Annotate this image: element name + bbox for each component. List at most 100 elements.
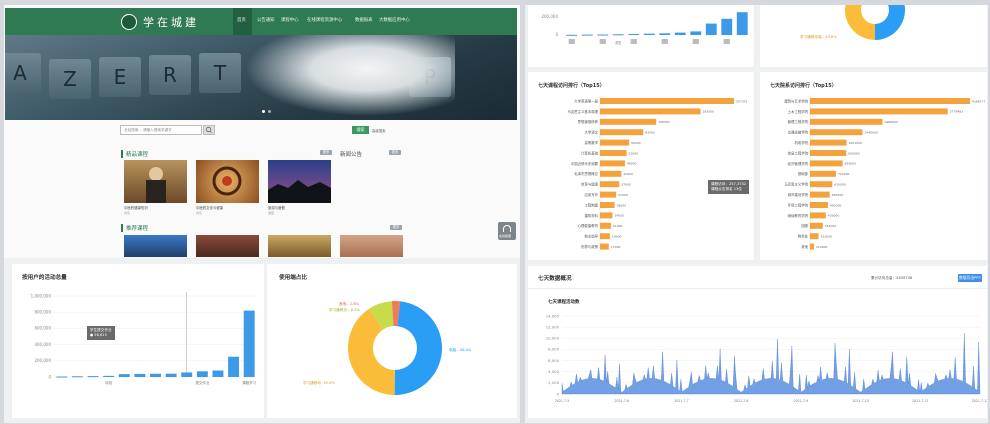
course-author: 刘东 bbox=[196, 211, 203, 215]
x-tick-label-blur bbox=[723, 39, 730, 44]
top-pie-chart: 学习通移动端-- 40.6% bbox=[800, 5, 905, 40]
y-tick-label: 0 bbox=[557, 391, 560, 396]
y-tick-label: 400,000 bbox=[34, 342, 51, 347]
bar bbox=[150, 373, 161, 377]
hbar bbox=[810, 118, 883, 125]
nav-resources[interactable]: 在线课程资源中心 bbox=[307, 17, 342, 23]
hbar-value: 712000 bbox=[838, 172, 850, 176]
bar bbox=[581, 34, 593, 36]
nav-home[interactable]: 首页 bbox=[237, 17, 246, 23]
x-tick-label: 类型 bbox=[615, 40, 622, 45]
hbar-value: 1986000 bbox=[884, 120, 897, 124]
x-tick-label-blur bbox=[630, 39, 637, 44]
x-tick-label: 2021-7-12 bbox=[972, 399, 987, 403]
customer-service-label: 在线客服 bbox=[499, 234, 512, 238]
hbar-label: 工程制图 bbox=[584, 202, 598, 207]
hbar-value: 56000 bbox=[631, 141, 641, 145]
hbar-value: 992000 bbox=[848, 151, 860, 155]
nav-bigdata[interactable]: 大数据应用中心 bbox=[379, 17, 410, 23]
y-tick-label: 14,000 bbox=[546, 313, 560, 318]
course-rank-tooltip: 课程访问：257,3732 课程点击排名 13位 bbox=[708, 180, 750, 194]
hbar-value: 1440000 bbox=[865, 131, 878, 135]
recommend-more-button[interactable]: 更多 bbox=[390, 225, 402, 230]
hbar bbox=[600, 243, 609, 250]
dept-rank-card: 七天院系访问排行（Top15） 建筑与艺术学院 4388177 土木工程学院 3778… bbox=[760, 72, 987, 260]
y-tick-label: 10,000 bbox=[546, 336, 560, 341]
news-more-button[interactable]: 更多 bbox=[389, 150, 401, 155]
recommend-thumb[interactable] bbox=[196, 235, 259, 257]
hbar-label: 管理工程学院 bbox=[788, 119, 809, 124]
hbar-value: 433000 bbox=[828, 214, 840, 218]
bar bbox=[721, 18, 733, 35]
course-title[interactable]: 中医药文化与健康 bbox=[196, 205, 223, 210]
hbar bbox=[600, 108, 701, 115]
daily-area-chart: 14,000 12,000 10,000 8,000 6,000 4,000 2,000 0 2… bbox=[546, 313, 987, 403]
course-title[interactable]: 旅游与度假 bbox=[268, 205, 285, 210]
recommend-thumb[interactable] bbox=[124, 235, 187, 257]
bar bbox=[118, 374, 130, 377]
hbar-value: 610000 bbox=[834, 183, 846, 187]
banner-image[interactable]: A Z E R T P bbox=[5, 35, 517, 120]
course-thumb[interactable] bbox=[196, 160, 259, 203]
search-input[interactable]: 全站搜索... 请输入搜索关键字 bbox=[120, 125, 202, 135]
hbar-value: 4388177 bbox=[972, 99, 985, 103]
hbar bbox=[600, 170, 622, 177]
hbar-label: 城市建设学院 bbox=[788, 192, 809, 197]
course-thumb[interactable] bbox=[268, 160, 331, 203]
y-tick-label: 6,000 bbox=[548, 358, 559, 363]
hbar-label: 马克思主义基本原理 bbox=[567, 109, 598, 114]
bar bbox=[628, 34, 640, 36]
x-tick-label: 2021-7-11 bbox=[912, 399, 929, 403]
customer-service-button[interactable]: 在线客服 bbox=[498, 222, 516, 240]
nav-reports[interactable]: 数据报表 bbox=[355, 17, 373, 23]
hbar-value: 257372 bbox=[736, 99, 748, 103]
hbar bbox=[810, 150, 847, 156]
hbar-value: 51000 bbox=[629, 151, 639, 155]
course-rank-chart: 大学英语第一册 257372 马克思主义基本原理 193000 思想道德修养 108000… bbox=[567, 95, 748, 254]
banner-key: Z bbox=[49, 59, 91, 99]
logo-icon bbox=[121, 14, 137, 30]
nav-notices[interactable]: 公告通知 bbox=[257, 17, 275, 23]
banner-key: A bbox=[5, 53, 41, 93]
x-tick-label-blur bbox=[568, 39, 575, 44]
course-thumb[interactable] bbox=[124, 160, 187, 203]
y-tick-label: 8,000 bbox=[548, 347, 559, 352]
banner-dot[interactable] bbox=[262, 110, 265, 113]
advanced-search-link[interactable]: 高级搜索 bbox=[372, 128, 386, 133]
banner-dot[interactable] bbox=[268, 110, 271, 113]
terminal-pie-chart: 电脑-- 48.4% 学习通移动- 40.6% 学习通网页-- 8.2%其他-- 2… bbox=[303, 301, 472, 395]
hbar-label: 计算机基础 bbox=[581, 150, 599, 155]
recommend-thumb[interactable] bbox=[268, 235, 331, 257]
course-title[interactable]: 中医药健康知识 bbox=[124, 205, 148, 210]
hbar-label: 形势与政策 bbox=[581, 244, 599, 249]
y-tick-label: 0 bbox=[48, 374, 51, 379]
top-bar-chart: 200,000 0 类型 bbox=[541, 12, 748, 45]
hbar-label: 高等数学 bbox=[584, 140, 598, 145]
news-title: 新闻公告 bbox=[340, 152, 363, 158]
recommend-thumb[interactable] bbox=[340, 235, 403, 257]
top-nav: 学在城建 首页 公告通知 课程中心 在线课程资源中心 数据报表 大数据应用中心 bbox=[5, 8, 517, 35]
hbar bbox=[810, 202, 828, 208]
nav-courses[interactable]: 课程中心 bbox=[281, 17, 299, 23]
hbar bbox=[810, 191, 830, 198]
banner-hand bbox=[235, 35, 455, 120]
hbar-label: 体育与健康 bbox=[581, 182, 599, 187]
hbar-value: 351000 bbox=[825, 224, 837, 228]
headset-icon bbox=[503, 225, 511, 232]
activity-chart: 1,000,000 800,000 600,000 400,000 200,000 0 待批… bbox=[31, 292, 257, 385]
hbar-label: 环境工程学院 bbox=[788, 202, 809, 207]
search-button[interactable]: 搜索 bbox=[352, 126, 369, 134]
x-tick-label: 2021-7-7 bbox=[674, 399, 688, 403]
y-tick-label: 800,000 bbox=[34, 310, 51, 315]
recommend-title: 推荐课程 bbox=[121, 224, 148, 232]
search-icon[interactable] bbox=[203, 125, 215, 135]
hbar bbox=[600, 212, 613, 219]
x-tick-label: 2021-7-10 bbox=[852, 399, 869, 403]
bar bbox=[566, 34, 578, 36]
hbar-value: 48000 bbox=[627, 162, 637, 166]
activity-tooltip: 学生提交作业 ● 56,615 bbox=[87, 326, 115, 340]
banner-key: R bbox=[149, 55, 191, 95]
featured-more-button[interactable]: 更多 bbox=[320, 150, 332, 155]
bar bbox=[705, 23, 717, 35]
bar bbox=[243, 310, 255, 377]
